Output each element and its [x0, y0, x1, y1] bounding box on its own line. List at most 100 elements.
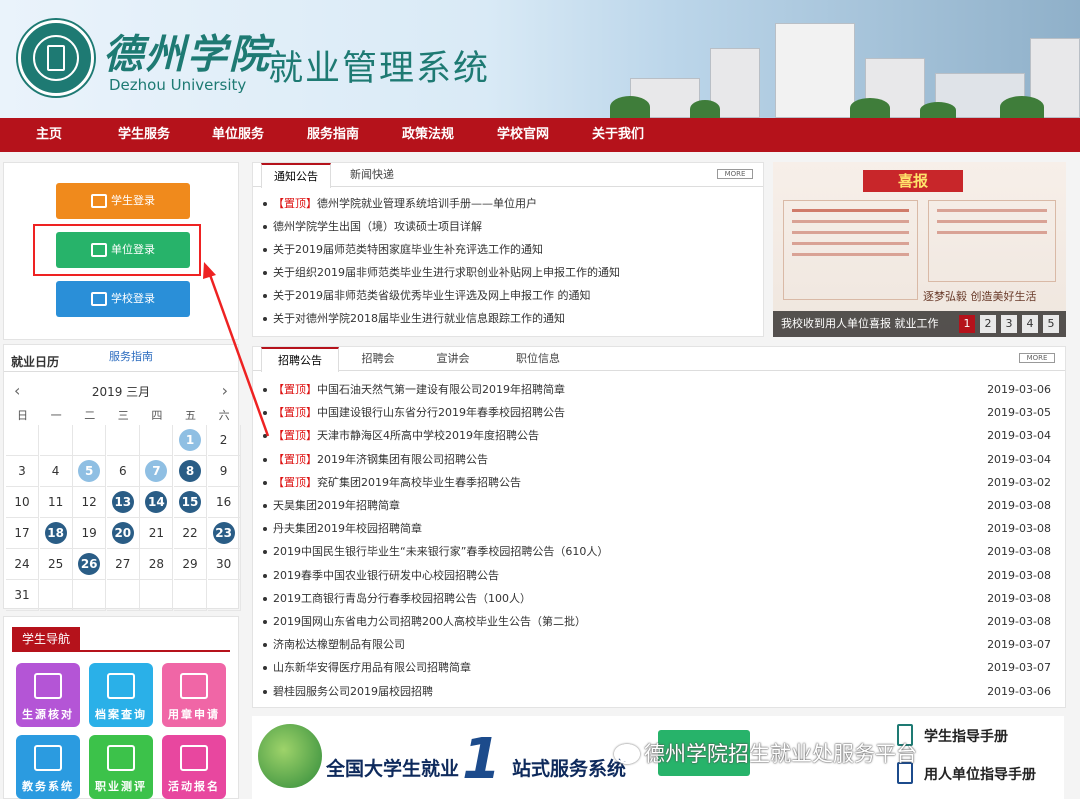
tab-job-info[interactable]: 职位信息 — [498, 347, 578, 371]
calendar-day[interactable]: 26 — [73, 549, 107, 580]
notice-item[interactable]: 关于对德州学院2018届毕业生进行就业信息跟踪工作的通知 — [263, 308, 565, 330]
recruit-item-title: 天昊集团2019年招聘简章 — [273, 499, 400, 512]
recruit-item[interactable]: 丹夫集团2019年校园招聘简章 — [263, 518, 422, 540]
recruit-item[interactable]: 【置顶】天津市静海区4所高中学校2019年度招聘公告 — [263, 425, 539, 447]
notice-more-button[interactable]: MORE — [717, 169, 753, 179]
nav-item-company-services[interactable]: 单位服务 — [200, 118, 276, 152]
nav-item-home[interactable]: 主页 — [20, 118, 78, 152]
calendar-day[interactable]: 12 — [73, 487, 107, 518]
nav-item-service-guide[interactable]: 服务指南 — [295, 118, 371, 152]
calendar-day[interactable]: 25 — [39, 549, 73, 580]
recruit-item[interactable]: 山东新华安得医疗用品有限公司招聘简章 — [263, 657, 471, 679]
calendar-day[interactable]: 31 — [6, 580, 39, 611]
service-guide-link[interactable]: 服务指南 — [109, 348, 153, 364]
recruit-item[interactable]: 碧桂园服务公司2019届校园招聘 — [263, 681, 433, 703]
recruit-item[interactable]: 【置顶】中国建设银行山东省分行2019年春季校园招聘公告 — [263, 402, 565, 424]
recruit-item[interactable]: 【置顶】中国石油天然气第一建设有限公司2019年招聘简章 — [263, 379, 565, 401]
calendar-day[interactable]: 30 — [207, 549, 241, 580]
slide-page-1[interactable]: 1 — [959, 315, 975, 333]
bullet-icon — [263, 504, 267, 508]
employer-manual-link[interactable]: 用人单位指导手册 — [924, 764, 1036, 784]
calendar-day[interactable]: 19 — [73, 518, 107, 549]
calendar-day[interactable]: 27 — [106, 549, 140, 580]
bullet-icon — [263, 457, 267, 462]
slide-page-4[interactable]: 4 — [1022, 315, 1038, 333]
student-nav-tile[interactable]: 活动报名 — [162, 735, 226, 799]
notice-item[interactable]: 德州学院学生出国（境）攻读硕士项目详解 — [263, 216, 482, 238]
calendar-day[interactable]: 7 — [140, 456, 174, 487]
recruit-item-title: 济南松达橡塑制品有限公司 — [273, 638, 405, 652]
calendar-day[interactable]: 14 — [140, 487, 174, 518]
slide-page-3[interactable]: 3 — [1001, 315, 1017, 333]
calendar-day[interactable]: 1 — [174, 425, 207, 456]
tab-job-fairs[interactable]: 招聘会 — [343, 347, 413, 371]
news-slideshow[interactable]: 喜报 逐梦弘毅 创造美好生活 我校收到用人单位喜报 就业工作 1 2 3 4 5… — [773, 162, 1066, 337]
nav-item-about[interactable]: 关于我们 — [580, 118, 656, 152]
recruit-item[interactable]: 2019春季中国农业银行研发中心校园招聘公告 — [263, 565, 499, 587]
student-nav-tile[interactable]: 职业测评 — [89, 735, 153, 799]
calendar-day[interactable]: 20 — [106, 518, 140, 549]
calendar-day[interactable]: 17 — [6, 518, 39, 549]
notice-panel: 通知公告 新闻快递 MORE 【置顶】德州学院就业管理系统培训手册——单位用户德… — [252, 162, 764, 337]
recruit-item[interactable]: 2019工商银行青岛分行春季校园招聘公告（100人） — [263, 588, 531, 610]
tab-recruit-notices[interactable]: 招聘公告 — [261, 347, 339, 372]
calendar-day[interactable]: 29 — [174, 549, 207, 580]
calendar-day[interactable]: 13 — [106, 487, 140, 518]
calendar-day[interactable]: 15 — [174, 487, 207, 518]
nav-item-policies[interactable]: 政策法规 — [390, 118, 466, 152]
recruit-item[interactable]: 2019国网山东省电力公司招聘200人高校毕业生公告（第二批） — [263, 611, 586, 633]
recruit-item[interactable]: 2019中国民生银行毕业生“未来银行家”春季校园招聘公告（610人） — [263, 541, 608, 563]
notice-item[interactable]: 关于2019届师范类特困家庭毕业生补充评选工作的通知 — [263, 239, 543, 261]
calendar-day[interactable]: 28 — [140, 549, 174, 580]
school-login-button[interactable]: 学校登录 — [56, 281, 190, 317]
calendar-day[interactable]: 8 — [174, 456, 207, 487]
calendar-day[interactable]: 3 — [6, 456, 39, 487]
recruit-panel: 招聘公告 招聘会 宣讲会 职位信息 MORE 【置顶】中国石油天然气第一建设有限… — [252, 346, 1066, 708]
calendar-day — [106, 580, 140, 611]
recruit-item[interactable]: 【置顶】兖矿集团2019年高校毕业生春季招聘公告 — [263, 472, 521, 494]
calendar-day — [39, 425, 73, 456]
nav-item-school-site[interactable]: 学校官网 — [485, 118, 561, 152]
notice-item-title: 关于2019届师范类特困家庭毕业生补充评选工作的通知 — [273, 243, 543, 256]
calendar-day[interactable]: 6 — [106, 456, 140, 487]
student-manual-link[interactable]: 学生指导手册 — [924, 726, 1008, 746]
student-nav-tile[interactable]: 档案查询 — [89, 663, 153, 727]
calendar-day[interactable]: 16 — [207, 487, 241, 518]
recruit-more-button[interactable]: MORE — [1019, 353, 1055, 363]
notice-item[interactable]: 关于组织2019届非师范类毕业生进行求职创业补贴网上申报工作的通知 — [263, 262, 620, 284]
pinned-tag: 【置顶】 — [273, 429, 317, 443]
university-seal-logo[interactable] — [18, 20, 94, 96]
tab-info-sessions[interactable]: 宣讲会 — [418, 347, 488, 371]
recruit-item[interactable]: 济南松达橡塑制品有限公司 — [263, 634, 405, 656]
slide-page-5[interactable]: 5 — [1043, 315, 1059, 333]
calendar-day[interactable]: 18 — [39, 518, 73, 549]
calendar-day[interactable]: 24 — [6, 549, 39, 580]
calendar-day[interactable]: 22 — [174, 518, 207, 549]
calendar-day[interactable]: 21 — [140, 518, 174, 549]
notice-item[interactable]: 关于2019届非师范类省级优秀毕业生评选及网上申报工作 的通知 — [263, 285, 591, 307]
bullet-icon — [263, 527, 267, 532]
student-nav-tile[interactable]: 生源核对 — [16, 663, 80, 727]
calendar-day[interactable]: 2 — [207, 425, 241, 456]
calendar-day[interactable]: 23 — [207, 518, 241, 549]
nav-item-student-services[interactable]: 学生服务 — [106, 118, 182, 152]
calendar-day[interactable]: 5 — [73, 456, 107, 487]
calendar-day[interactable]: 11 — [39, 487, 73, 518]
calendar-day[interactable]: 4 — [39, 456, 73, 487]
student-nav-tile[interactable]: 用章申请 — [162, 663, 226, 727]
next-month-icon[interactable]: › — [222, 381, 228, 400]
recruit-item[interactable]: 天昊集团2019年招聘简章 — [263, 495, 400, 517]
student-nav-tile[interactable]: 教务系统 — [16, 735, 80, 799]
calendar-weekday: 六 — [218, 409, 230, 422]
notice-item[interactable]: 【置顶】德州学院就业管理系统培训手册——单位用户 — [263, 193, 537, 215]
tab-news[interactable]: 新闻快递 — [337, 163, 407, 187]
calendar-day[interactable]: 10 — [6, 487, 39, 518]
site-header: 德州学院 Dezhou University 就业管理系统 — [0, 0, 1080, 118]
calendar-day[interactable]: 9 — [207, 456, 241, 487]
event-day-marker: 26 — [78, 553, 101, 575]
tab-notices[interactable]: 通知公告 — [261, 163, 331, 188]
student-login-button[interactable]: 学生登录 — [56, 183, 190, 219]
campus-photo — [600, 0, 1080, 118]
slide-page-2[interactable]: 2 — [980, 315, 996, 333]
recruit-item[interactable]: 【置顶】2019年济钢集团有限公司招聘公告 — [263, 449, 488, 471]
